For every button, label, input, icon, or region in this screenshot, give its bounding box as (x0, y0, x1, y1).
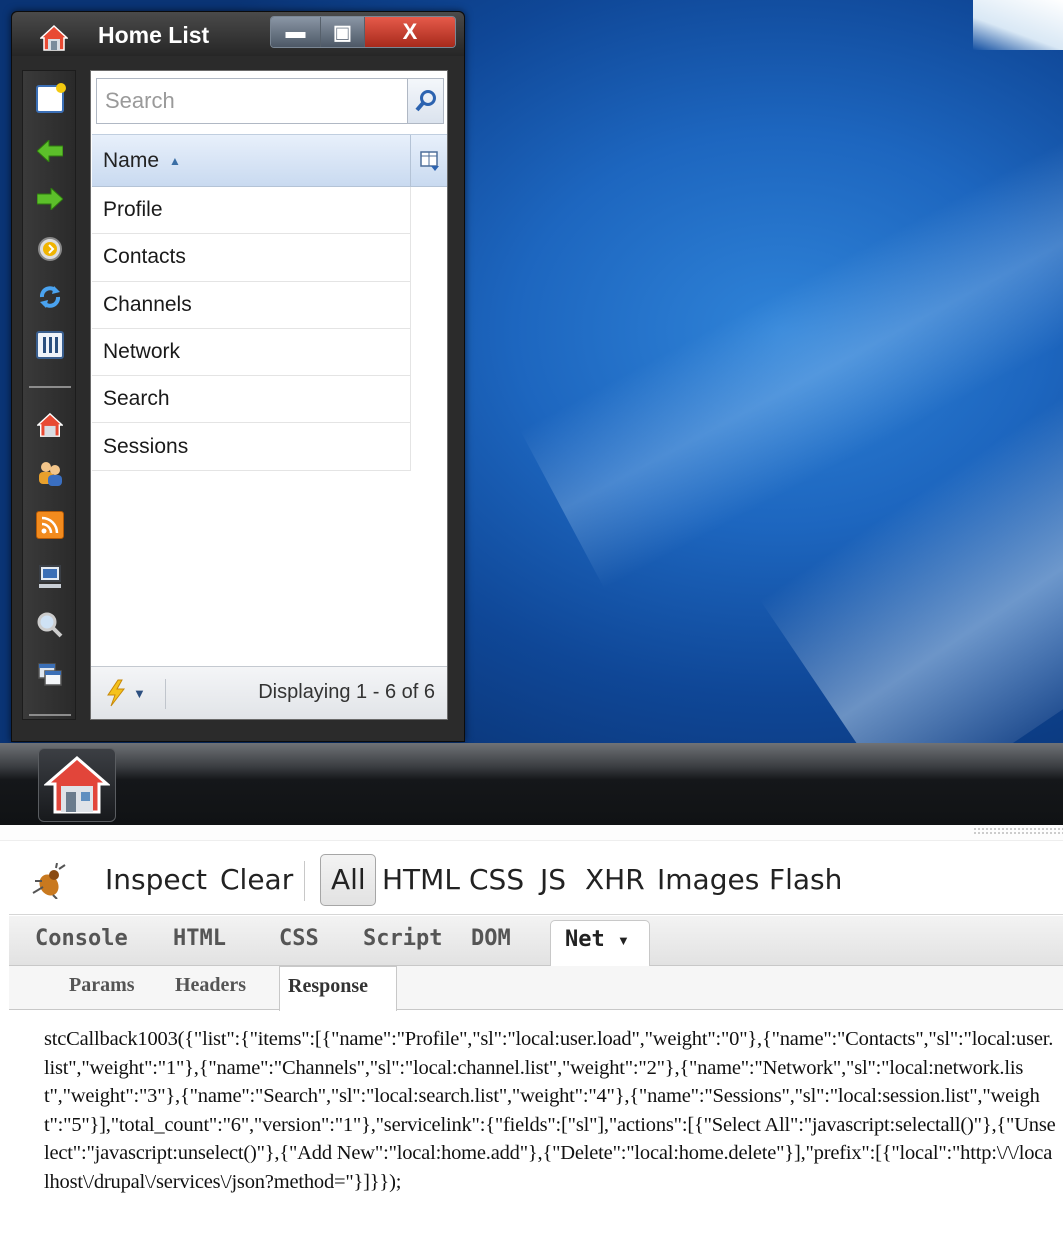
grid-header: Name ▲ (92, 134, 447, 187)
sort-ascending-icon: ▲ (169, 153, 181, 168)
tab-params[interactable]: Params (69, 974, 135, 997)
side-toolbar (22, 70, 76, 720)
column-chooser-icon (419, 150, 439, 171)
tab-response[interactable]: Response (279, 966, 397, 1011)
chevron-down-icon: ▼ (617, 933, 630, 948)
clock-icon[interactable] (36, 235, 64, 263)
home-icon (40, 24, 68, 51)
maximize-icon: ▣ (333, 21, 352, 44)
actions-menu-button[interactable]: ▼ (105, 679, 146, 707)
tab-dom[interactable]: DOM (471, 926, 511, 951)
refresh-icon[interactable] (36, 283, 64, 311)
toolbar-divider (304, 861, 305, 901)
taskbar (0, 743, 1063, 825)
grid-row-search[interactable]: Search (92, 376, 411, 424)
filter-images-button[interactable]: Images (657, 863, 759, 896)
note-icon[interactable] (36, 83, 66, 113)
home-list-panel: Name ▲ Profile Contacts Channels Network… (90, 70, 448, 720)
lightning-icon (107, 679, 126, 707)
home-list-grid: Name ▲ Profile Contacts Channels Network… (92, 134, 447, 471)
resize-grip[interactable] (973, 827, 1063, 835)
search-box (96, 78, 444, 124)
taskbar-home-button[interactable] (38, 748, 116, 822)
home-icon (44, 756, 110, 814)
toolbar-divider (29, 714, 71, 716)
tab-css[interactable]: CSS (279, 926, 319, 951)
back-arrow-icon[interactable] (36, 137, 64, 165)
filter-flash-button[interactable]: Flash (769, 863, 842, 896)
footer-divider (165, 679, 166, 709)
columns-icon[interactable] (36, 331, 64, 359)
response-body: stcCallback1003({"list":{"items":[{"name… (44, 1028, 1056, 1193)
tab-html[interactable]: HTML (173, 926, 226, 951)
home-icon[interactable] (36, 411, 64, 439)
toolbar-divider (29, 386, 71, 388)
windows-icon[interactable] (36, 661, 64, 689)
grid-row-network[interactable]: Network (92, 328, 411, 377)
firebug-toolbar: Inspect Clear All HTML CSS JS XHR Images… (9, 843, 1063, 915)
grid-footer: ▼ Displaying 1 - 6 of 6 (91, 666, 447, 719)
search-button[interactable] (407, 79, 443, 123)
rss-icon[interactable] (36, 511, 64, 539)
name-column-header[interactable]: Name ▲ (92, 135, 411, 186)
grid-row-contacts[interactable]: Contacts (92, 234, 411, 282)
firebug-resize-bar[interactable] (0, 825, 1063, 841)
window-title: Home List (98, 22, 210, 48)
close-icon: X (402, 19, 418, 44)
tab-headers[interactable]: Headers (175, 974, 246, 997)
maximize-button[interactable]: ▣ (321, 17, 365, 47)
grid-row-profile[interactable]: Profile (92, 187, 411, 235)
magnifier-icon[interactable] (36, 611, 64, 639)
wallpaper-corner-highlight (973, 0, 1063, 50)
home-list-window: Home List ▬ ▣ X Search Name ▲ Profile Co… (11, 11, 465, 742)
clear-button[interactable]: Clear (220, 863, 293, 896)
users-icon[interactable] (36, 459, 64, 487)
minimize-icon: ▬ (285, 20, 306, 43)
paging-status: Displaying 1 - 6 of 6 (258, 681, 435, 703)
column-menu-button[interactable] (412, 135, 447, 186)
tab-response-label: Response (288, 975, 369, 997)
window-titlebar[interactable]: Home List ▬ ▣ X (12, 12, 464, 56)
search-icon (414, 90, 436, 112)
column-label: Name (103, 148, 160, 172)
minimize-button[interactable]: ▬ (271, 17, 321, 47)
inspect-button[interactable]: Inspect (105, 863, 207, 896)
search-input[interactable] (97, 79, 407, 123)
forward-arrow-icon[interactable] (36, 185, 64, 213)
tab-script[interactable]: Script (363, 926, 442, 951)
computer-icon[interactable] (36, 563, 64, 591)
grid-row-channels[interactable]: Channels (92, 281, 411, 329)
filter-xhr-button[interactable]: XHR (585, 863, 645, 896)
filter-html-button[interactable]: HTML (382, 863, 460, 896)
filter-js-button[interactable]: JS (540, 863, 566, 896)
firebug-console: Inspect Clear All HTML CSS JS XHR Images… (0, 825, 1063, 1234)
close-button[interactable]: X (365, 17, 455, 47)
tab-net-label: Net (565, 927, 605, 952)
firebug-icon[interactable] (29, 863, 69, 899)
tab-net[interactable]: Net ▼ (550, 920, 650, 966)
request-detail-tabs: Params Headers Response (9, 966, 1063, 1011)
chevron-down-icon: ▼ (133, 685, 146, 701)
grid-row-sessions[interactable]: Sessions (92, 423, 411, 471)
firebug-panel-tabs: Console HTML CSS Script DOM Net ▼ (9, 916, 1063, 966)
window-controls: ▬ ▣ X (270, 16, 456, 48)
filter-css-button[interactable]: CSS (469, 863, 524, 896)
filter-all-label: All (331, 863, 366, 896)
tab-console[interactable]: Console (35, 926, 128, 951)
